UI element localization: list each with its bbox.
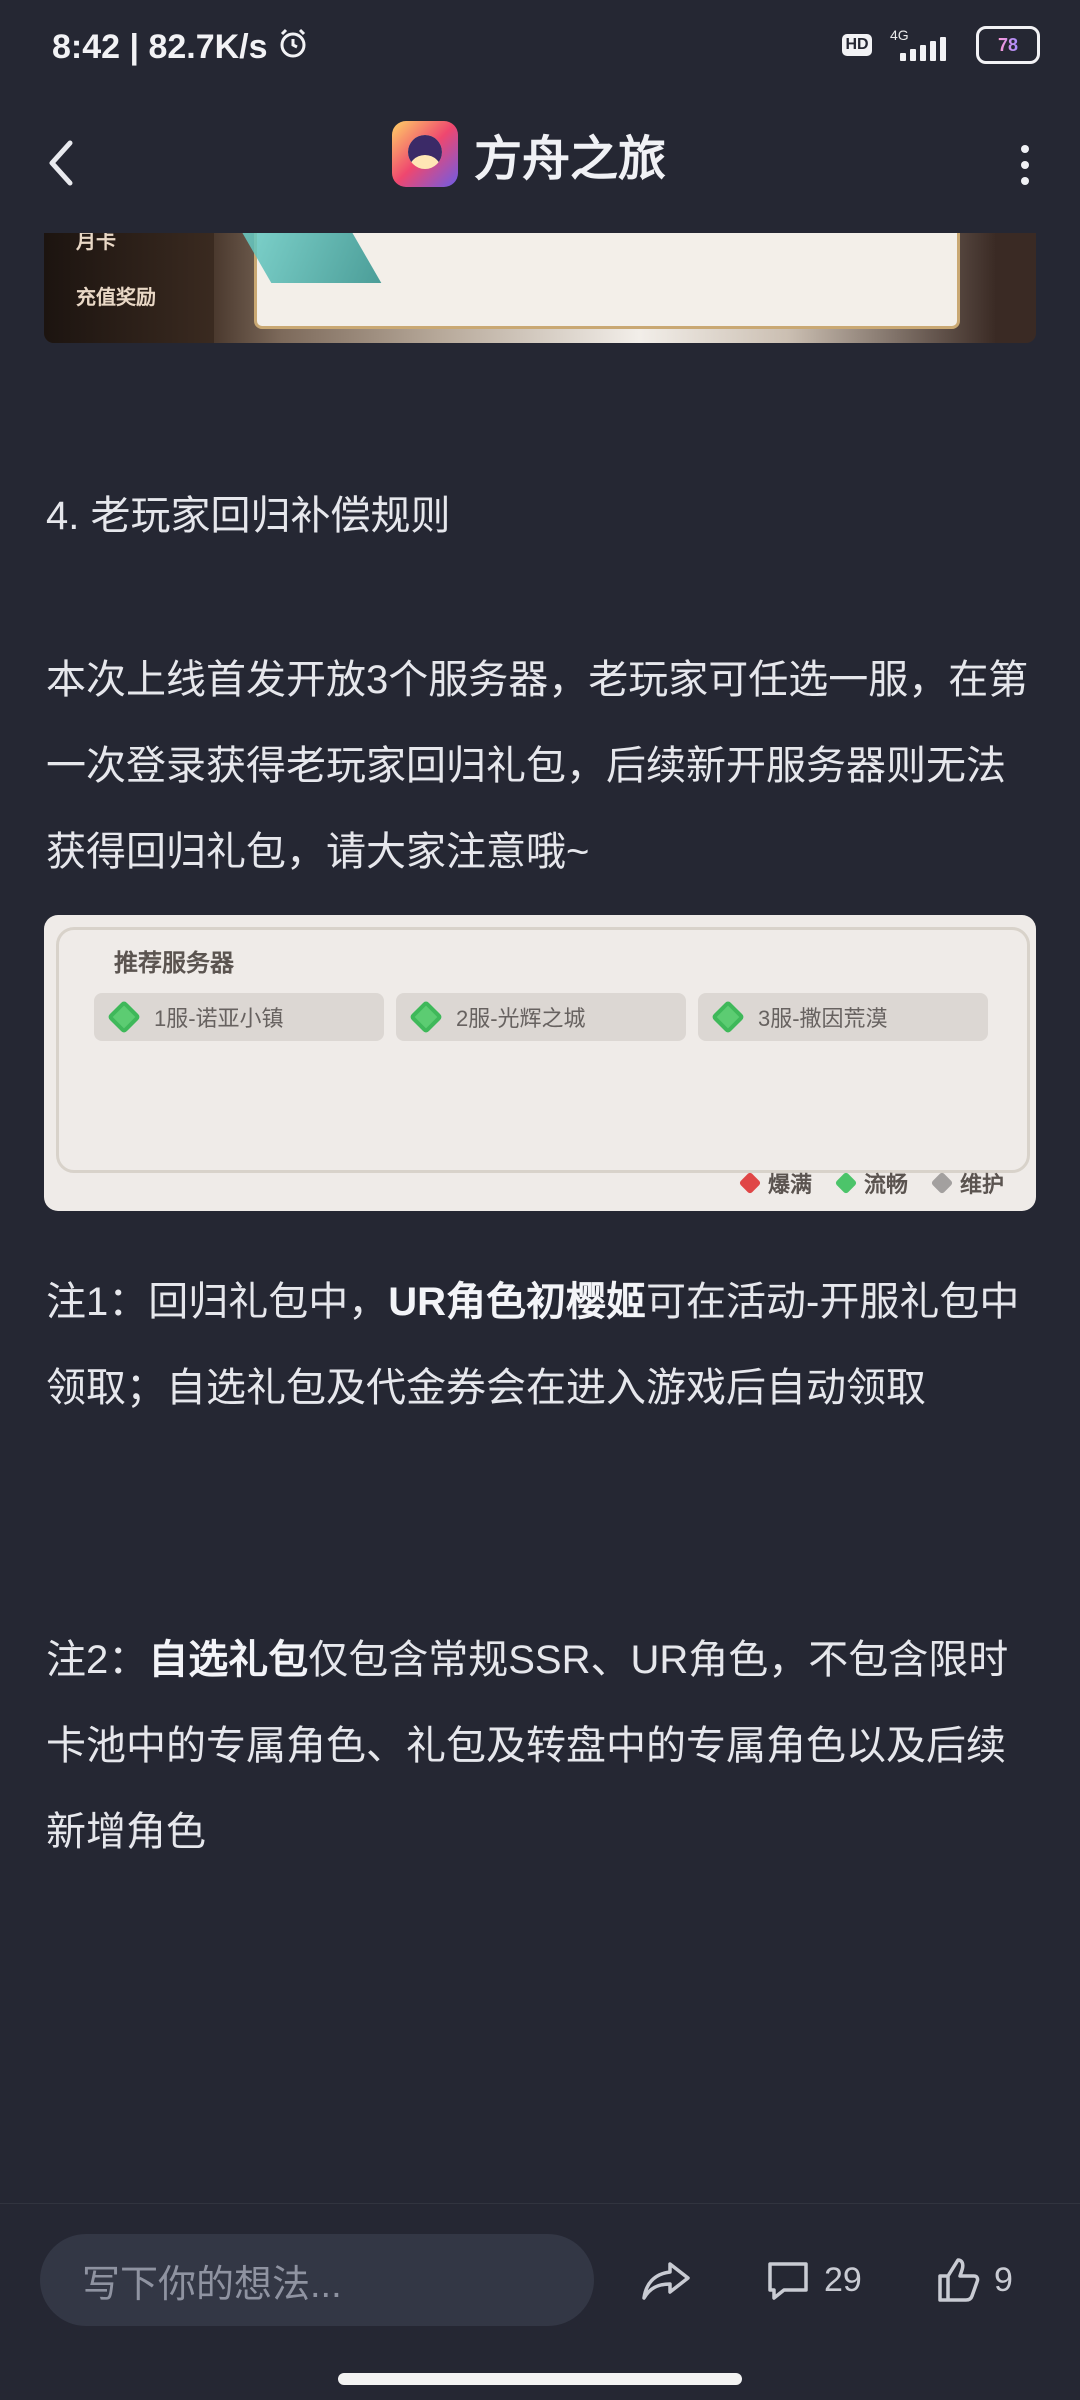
more-dot-icon bbox=[1021, 177, 1029, 185]
battery-icon: 78 bbox=[976, 26, 1040, 64]
app-avatar bbox=[392, 121, 458, 187]
server-name: 2服-光辉之城 bbox=[456, 1006, 586, 1031]
banner-label-bottom: 充值奖励 bbox=[76, 287, 156, 309]
app-header: 方舟之旅 bbox=[0, 95, 1080, 233]
status-green-icon bbox=[711, 1000, 745, 1034]
status-right: HD 4G 78 bbox=[842, 26, 1040, 64]
status-red-icon bbox=[738, 1171, 762, 1195]
share-button[interactable] bbox=[640, 2256, 692, 2304]
note-2: 注2：自选礼包仅包含常规SSR、UR角色，不包含限时卡池中的专属角色、礼包及转盘… bbox=[46, 1617, 1036, 1875]
signal-icon: 4G bbox=[890, 27, 958, 63]
server-image: 推荐服务器 1服-诺亚小镇 2服-光辉之城 3服-撒因荒漠 爆满 流畅 维护 bbox=[44, 915, 1036, 1211]
more-dot-icon bbox=[1021, 145, 1029, 153]
home-indicator[interactable] bbox=[338, 2373, 742, 2385]
comment-button[interactable]: 29 bbox=[764, 2256, 862, 2304]
battery-level: 78 bbox=[997, 34, 1019, 55]
chevron-left-icon bbox=[49, 140, 73, 186]
back-button[interactable] bbox=[40, 133, 80, 193]
more-button[interactable] bbox=[1010, 135, 1040, 195]
server-name: 1服-诺亚小镇 bbox=[154, 1006, 284, 1031]
bottom-action-bar: 写下你的想法... 29 9 bbox=[0, 2203, 1080, 2361]
hd-icon: HD bbox=[842, 34, 872, 56]
note-1-prefix: 注1：回归礼包中， bbox=[46, 1280, 389, 1324]
paragraph-text: 本次上线首发开放3个服务器，老玩家可任选一服，在第一次登录获得老玩家回归礼包，后… bbox=[46, 658, 1029, 874]
note-2-bold: 自选礼包 bbox=[148, 1638, 309, 1682]
legend-item: 维护 bbox=[930, 1167, 1004, 1199]
status-green-icon bbox=[107, 1000, 141, 1034]
top-image: 月卡 充值奖励 bbox=[44, 233, 1036, 343]
comment-count: 29 bbox=[824, 2260, 862, 2299]
comment-input[interactable]: 写下你的想法... bbox=[40, 2234, 594, 2326]
server-slot: 2服-光辉之城 bbox=[396, 993, 686, 1041]
banner-label-top: 月卡 bbox=[76, 233, 116, 253]
post-content[interactable]: 月卡 充值奖励 4. 老玩家回归补偿规则 本次上线首发开放3个服务器，老玩家可任… bbox=[0, 233, 1080, 2203]
server-slot: 3服-撒因荒漠 bbox=[698, 993, 988, 1041]
page-title: 方舟之旅 bbox=[474, 133, 667, 186]
status-green-icon bbox=[409, 1000, 443, 1034]
more-dot-icon bbox=[1021, 161, 1029, 169]
header-title-group: 方舟之旅 bbox=[392, 119, 666, 189]
like-button[interactable]: 9 bbox=[934, 2256, 1013, 2304]
comment-icon bbox=[764, 2256, 812, 2304]
legend-item: 流畅 bbox=[834, 1167, 908, 1199]
server-legend: 爆满 流畅 维护 bbox=[738, 1167, 1004, 1199]
comment-placeholder: 写下你的想法... bbox=[82, 2263, 342, 2306]
server-slot: 1服-诺亚小镇 bbox=[94, 993, 384, 1041]
time-speed: 8:42 | 82.7K/s bbox=[52, 28, 268, 66]
server-name: 3服-撒因荒漠 bbox=[758, 1006, 888, 1031]
status-left: 8:42 | 82.7K/s bbox=[52, 26, 310, 69]
section-heading: 4. 老玩家回归补偿规则 bbox=[46, 494, 451, 538]
note-1: 注1：回归礼包中，UR角色初樱姬可在活动-开服礼包中领取；自选礼包及代金券会在进… bbox=[46, 1259, 1036, 1431]
thumbs-up-icon bbox=[934, 2256, 982, 2304]
note-1-bold: UR角色初樱姬 bbox=[388, 1280, 647, 1324]
like-count: 9 bbox=[994, 2260, 1013, 2299]
share-icon bbox=[640, 2256, 692, 2304]
legend-item: 爆满 bbox=[738, 1167, 812, 1199]
server-heading: 推荐服务器 bbox=[114, 950, 234, 977]
alarm-icon bbox=[276, 26, 310, 69]
status-grey-icon bbox=[930, 1171, 954, 1195]
note-2-prefix: 注2： bbox=[46, 1638, 149, 1682]
status-bar: 8:42 | 82.7K/s HD 4G 78 bbox=[0, 0, 1080, 95]
status-green-icon bbox=[834, 1171, 858, 1195]
